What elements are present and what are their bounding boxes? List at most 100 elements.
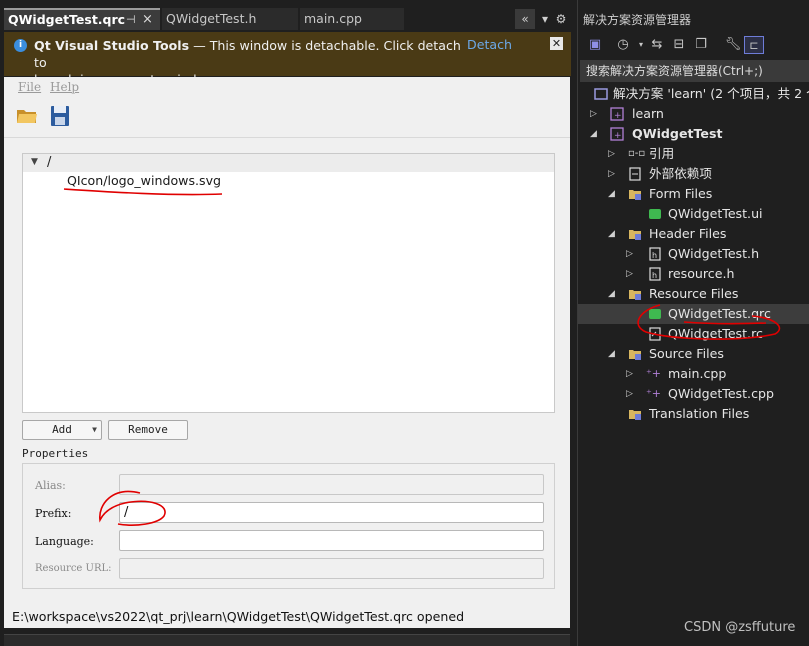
tree-label: Source Files [649, 346, 724, 361]
rc-file-icon [649, 327, 661, 341]
tree-widget-cpp[interactable]: ▷ ⁺+ QWidgetTest.cpp [578, 384, 809, 404]
pin-icon[interactable]: ⊣ [126, 10, 136, 30]
tree-label: 外部依赖项 [649, 166, 712, 181]
tree-qrc-file[interactable]: QWidgetTest.qrc [578, 304, 809, 324]
tree-label: learn [632, 106, 664, 121]
prefix-input[interactable]: / [119, 502, 544, 523]
resource-url-label: Resource URL: [35, 563, 112, 574]
editor-toolbar [4, 99, 570, 135]
info-bar: i Qt Visual Studio Tools — This window i… [4, 32, 571, 87]
close-tab-icon[interactable]: × [142, 10, 153, 30]
tree-label: QWidgetTest.rc [668, 326, 763, 341]
language-input[interactable] [119, 530, 544, 551]
expand-icon[interactable]: ▷ [626, 364, 633, 384]
detach-link[interactable]: Detach [467, 37, 512, 52]
menu-file[interactable]: File [18, 80, 41, 94]
tree-ui-file[interactable]: QWidgetTest.ui [578, 204, 809, 224]
prefix-row[interactable]: ▼ / [23, 154, 554, 172]
properties-wrench-icon[interactable]: 🔧︎ [724, 36, 742, 54]
info-title: Qt Visual Studio Tools [34, 38, 190, 53]
tree-external-deps[interactable]: ▷ 外部依赖项 [578, 164, 809, 184]
preview-icon[interactable]: ⊏ [744, 36, 764, 54]
tree-label: QWidgetTest.qrc [668, 306, 771, 321]
cpp-file-icon: ⁺+ [646, 367, 662, 380]
qt-resource-editor: File Help ▼ / QIcon/logo_windows.svg Add… [4, 77, 570, 628]
collapse-icon[interactable]: ◢ [590, 124, 597, 144]
expand-icon[interactable]: ▷ [590, 104, 597, 124]
svg-text:h: h [652, 271, 657, 280]
show-all-files-icon[interactable]: ❐ [692, 36, 710, 54]
open-folder-icon[interactable] [16, 107, 38, 125]
close-infobar-icon[interactable]: ✕ [550, 37, 563, 50]
tree-main-cpp[interactable]: ▷ ⁺+ main.cpp [578, 364, 809, 384]
prefix-label: Prefix: [35, 507, 72, 520]
tree-form-files[interactable]: ◢ Form Files [578, 184, 809, 204]
menu-help[interactable]: Help [50, 80, 79, 94]
language-label: Language: [35, 535, 94, 548]
tree-label: resource.h [668, 266, 735, 281]
expand-arrow-icon[interactable]: ▼ [31, 157, 38, 167]
tree-label: QWidgetTest.ui [668, 206, 763, 221]
collapse-icon[interactable]: ◢ [608, 224, 615, 244]
collapse-icon[interactable]: ◢ [608, 344, 615, 364]
add-button-label: Add [52, 423, 72, 436]
collapse-icon[interactable]: ◢ [608, 284, 615, 304]
solution-icon [594, 88, 608, 100]
collapse-icon[interactable]: ◢ [608, 184, 615, 204]
expand-icon[interactable]: ▷ [626, 244, 633, 264]
tree-project-qwidgettest[interactable]: ◢ + QWidgetTest [578, 124, 809, 144]
tab-label: QWidgetTest.qrc [8, 12, 126, 27]
tree-references[interactable]: ▷ ▫-▫ 引用 [578, 144, 809, 164]
tree-header-files[interactable]: ◢ Header Files [578, 224, 809, 244]
remove-button[interactable]: Remove [108, 420, 188, 440]
tree-label: 解决方案 'learn' (2 个项目，共 2 个) [613, 86, 809, 101]
collapse-all-icon[interactable]: ⊟ [670, 36, 688, 54]
folder-icon [629, 350, 641, 360]
solution-search-input[interactable]: 搜索解决方案资源管理器(Ctrl+;) [580, 60, 809, 82]
toolbar-divider [4, 137, 570, 138]
resource-tree[interactable]: ▼ / QIcon/logo_windows.svg [22, 153, 555, 413]
expand-icon[interactable]: ▷ [608, 144, 615, 164]
tree-resource-h[interactable]: ▷ h resource.h [578, 264, 809, 284]
save-icon[interactable] [50, 105, 70, 127]
folder-icon [629, 190, 641, 200]
sync-icon[interactable]: ⇆ [648, 36, 666, 54]
solution-explorer-title: 解决方案资源管理器 [583, 13, 692, 27]
properties-group: Alias: Prefix: / Language: Resource URL: [22, 463, 555, 589]
tree-solution[interactable]: 解决方案 'learn' (2 个项目，共 2 个) [578, 84, 809, 104]
tree-label: QWidgetTest.cpp [668, 386, 774, 401]
tab-qwidgettest-qrc[interactable]: QWidgetTest.qrc ⊣ × [4, 8, 160, 30]
settings-icon[interactable]: ⚙ [554, 9, 568, 29]
output-panel-header [4, 634, 570, 646]
tree-label: Translation Files [649, 406, 750, 421]
tree-label: Form Files [649, 186, 713, 201]
tab-main-cpp[interactable]: main.cpp [300, 8, 404, 30]
history-icon[interactable]: ◷ [614, 36, 632, 54]
expand-icon[interactable]: ▷ [626, 264, 633, 284]
add-button[interactable]: Add ▼ [22, 420, 102, 440]
tree-label: Header Files [649, 226, 727, 241]
tree-rc-file[interactable]: QWidgetTest.rc [578, 324, 809, 344]
expand-icon[interactable]: ▷ [608, 164, 615, 184]
tree-project-learn[interactable]: ▷ + learn [578, 104, 809, 124]
tree-label: main.cpp [668, 366, 727, 381]
resource-file-item[interactable]: QIcon/logo_windows.svg [67, 173, 221, 188]
expand-icon[interactable]: ▷ [626, 384, 633, 404]
tree-source-files[interactable]: ◢ Source Files [578, 344, 809, 364]
tab-dropdown-icon[interactable]: ▾ [538, 9, 552, 29]
tree-translation-files[interactable]: Translation Files [578, 404, 809, 424]
svg-text:+: + [614, 131, 622, 141]
collapse-tabs-icon[interactable]: « [515, 9, 535, 29]
cpp-file-icon: ⁺+ [646, 387, 662, 400]
tree-header-h[interactable]: ▷ h QWidgetTest.h [578, 244, 809, 264]
switch-views-icon[interactable]: ▣ [586, 36, 604, 54]
resource-url-input[interactable] [119, 558, 544, 579]
project-icon: + [610, 127, 624, 141]
solution-explorer-toolbar: ▣ ◷ ▾ ⇆ ⊟ ❐ 🔧︎ ⊏ [578, 32, 809, 58]
info-dash: — [193, 38, 206, 53]
tree-resource-files[interactable]: ◢ Resource Files [578, 284, 809, 304]
qt-qrc-file-icon [649, 309, 661, 319]
alias-input[interactable] [119, 474, 544, 495]
tab-qwidgettest-h[interactable]: QWidgetTest.h [162, 8, 298, 30]
tree-label: QWidgetTest [632, 126, 723, 141]
